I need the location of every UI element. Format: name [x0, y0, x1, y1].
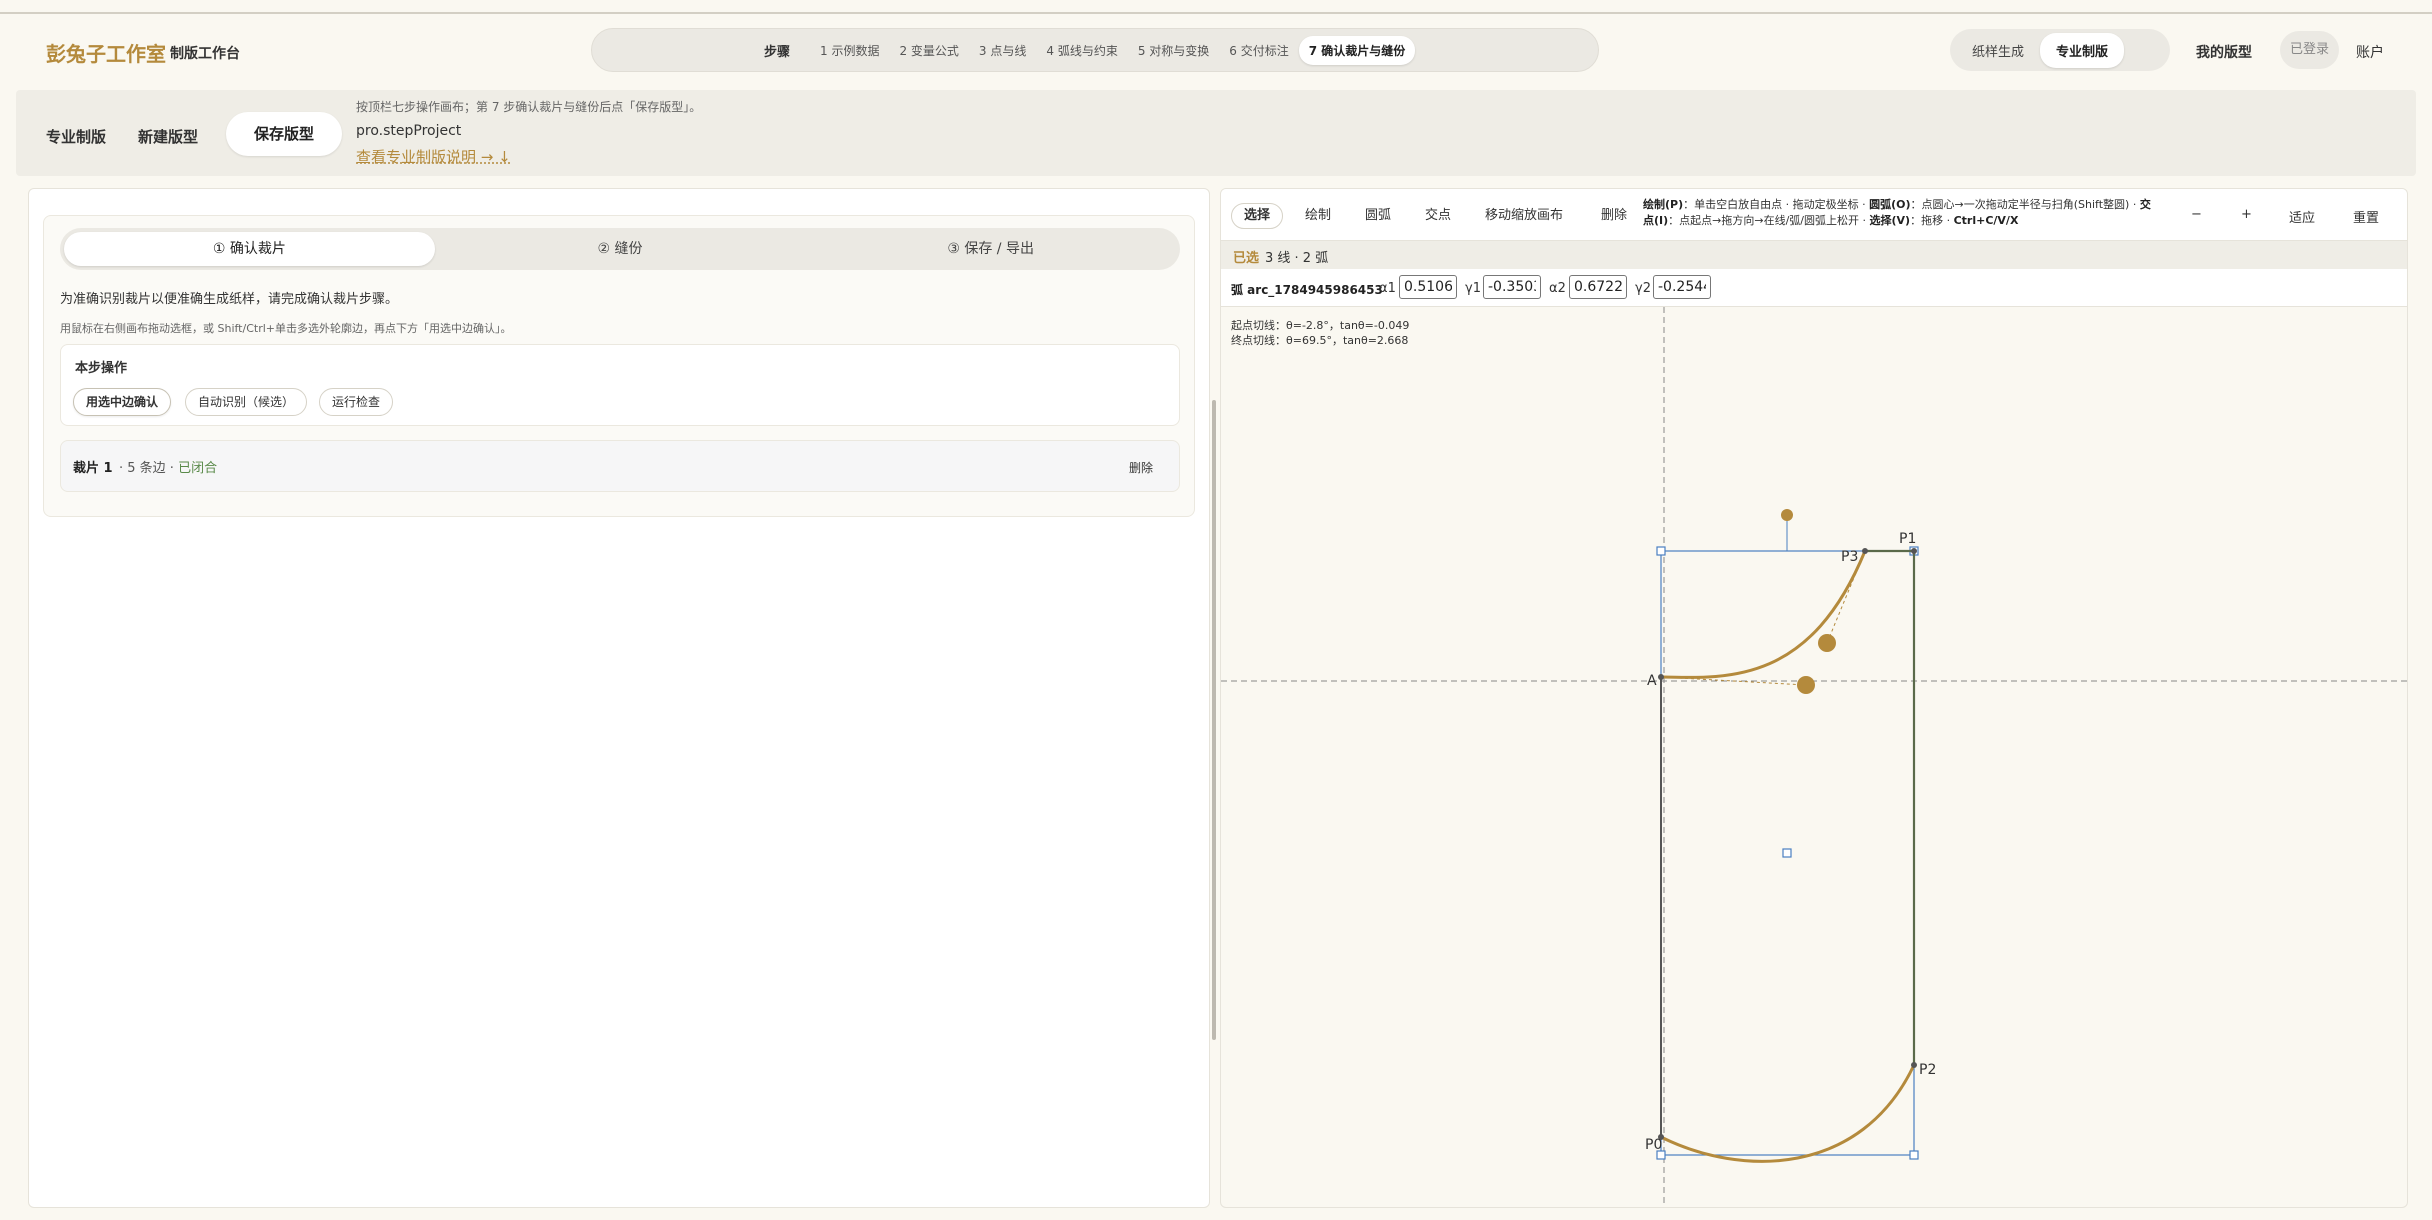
account-link[interactable]: 账户 — [2356, 42, 2384, 62]
step-1[interactable]: 1 示例数据 — [810, 36, 889, 65]
alpha2-input[interactable] — [1569, 275, 1627, 299]
logged-in-badge[interactable]: 已登录 — [2280, 31, 2340, 69]
step-4[interactable]: 4 弧线与约束 — [1036, 36, 1127, 65]
gamma2-input[interactable] — [1653, 275, 1711, 299]
tab-seam[interactable]: ② 缝份 — [435, 232, 806, 266]
fit-button[interactable]: 适应 — [2289, 207, 2315, 226]
tab-save-export[interactable]: ③ 保存 / 导出 — [805, 232, 1176, 266]
zoom-in-button[interactable]: + — [2241, 207, 2252, 222]
intersect-tool-button[interactable]: 交点 — [1413, 203, 1463, 229]
hem-curve[interactable] — [1660, 1064, 1916, 1163]
selection-label: 已选 — [1233, 251, 1260, 266]
canvas-toolbar: 选择 绘制 圆弧 交点 移动缩放画布 删除 绘制(P)：单击空白放自由点 · 拖… — [1221, 189, 2407, 241]
sub-toolbar: 专业制版 新建版型 保存版型 按顶栏七步操作画布；第 7 步确认裁片与缝份后点「… — [16, 90, 2416, 176]
step-description: 为准确识别裁片以便准确生成纸样，请完成确认裁片步骤。 — [60, 292, 399, 307]
piece-row[interactable]: 裁片 1 · 5 条边 · 已闭合 删除 — [60, 440, 1180, 492]
toolbar-help: 绘制(P)：单击空白放自由点 · 拖动定极坐标 · 圆弧(O)：点圆心→一次拖动… — [1643, 198, 2151, 227]
mode-pattern-gen[interactable]: 纸样生成 — [1956, 33, 2040, 68]
step-nav: 步骤 1 示例数据 2 变量公式 3 点与线 4 弧线与约束 5 对称与变换 6… — [591, 28, 1599, 72]
left-panel: ① 确认裁片 ② 缝份 ③ 保存 / 导出 为准确识别裁片以便准确生成纸样，请完… — [28, 188, 1210, 1208]
point-a[interactable] — [1658, 674, 1664, 680]
top-bar: 彭兔子工作室 制版工作台 步骤 1 示例数据 2 变量公式 3 点与线 4 弧线… — [0, 14, 2432, 88]
project-name: pro.stepProject — [356, 123, 462, 139]
piece-info: · 5 条边 · 已闭合 — [119, 461, 218, 476]
alpha2-label: α2 — [1549, 281, 1566, 296]
steps-label: 步骤 — [764, 44, 791, 60]
zoom-out-button[interactable]: − — [2191, 207, 2202, 222]
control-point-2[interactable] — [1818, 634, 1836, 652]
rotate-handle[interactable] — [1781, 509, 1793, 521]
select-tool-button[interactable]: 选择 — [1231, 203, 1284, 229]
ops-title: 本步操作 — [75, 361, 128, 376]
pan-zoom-button[interactable]: 移动缩放画布 — [1473, 203, 1575, 229]
gamma1-label: γ1 — [1465, 281, 1481, 296]
step-operations: 本步操作 用选中边确认 自动识别（候选） 运行检查 — [60, 344, 1180, 426]
reset-button[interactable]: 重置 — [2353, 207, 2379, 226]
step-2[interactable]: 2 变量公式 — [889, 36, 968, 65]
sub-tabs: ① 确认裁片 ② 缝份 ③ 保存 / 导出 — [60, 228, 1180, 270]
selection-bar: 已选 3 线 · 2 弧 — [1221, 241, 2407, 269]
confirm-selected-button[interactable]: 用选中边确认 — [73, 388, 172, 416]
pro-help-link[interactable]: 查看专业制版说明 → ↓ — [356, 146, 511, 167]
bbox-center-handle[interactable] — [1782, 848, 1792, 858]
save-layout-button[interactable]: 保存版型 — [226, 112, 342, 156]
brand-subtitle: 制版工作台 — [170, 46, 240, 62]
arc-name: 弧 arc_1784945986453 — [1231, 283, 1383, 297]
step-hint: 用鼠标在右侧画布拖动选框，或 Shift/Ctrl+单击多选外轮廓边，再点下方「… — [60, 322, 512, 335]
mode-switch: 纸样生成 专业制版 — [1950, 29, 2170, 71]
label-p1: P1 — [1899, 531, 1916, 547]
alpha1-label: α1 — [1379, 281, 1396, 296]
bbox-handle-br[interactable] — [1909, 1150, 1919, 1160]
point-p2[interactable] — [1911, 1062, 1917, 1068]
drafting-canvas[interactable]: P1 P2 P3 P0 A — [1221, 307, 2408, 1208]
new-layout-button[interactable]: 新建版型 — [138, 126, 198, 147]
label-p2: P2 — [1919, 1062, 1936, 1078]
bbox-handle-tl[interactable] — [1656, 546, 1666, 556]
delete-piece-button[interactable]: 删除 — [1129, 459, 1153, 476]
piece-status: 已闭合 — [178, 461, 218, 476]
panel-splitter[interactable] — [1212, 400, 1216, 1040]
point-p3[interactable] — [1862, 548, 1868, 554]
auto-detect-button[interactable]: 自动识别（候选） — [185, 388, 308, 416]
delete-tool-button[interactable]: 删除 — [1589, 203, 1639, 229]
step-5[interactable]: 5 对称与变换 — [1128, 36, 1219, 65]
mode-pro[interactable]: 专业制版 — [2040, 32, 2125, 68]
gamma2-label: γ2 — [1635, 281, 1651, 296]
step-6[interactable]: 6 交付标注 — [1219, 36, 1298, 65]
label-a: A — [1647, 673, 1657, 689]
gamma1-input[interactable] — [1483, 275, 1541, 299]
draw-tool-button[interactable]: 绘制 — [1293, 203, 1343, 229]
point-p1[interactable] — [1911, 548, 1917, 554]
piece-name: 裁片 1 — [73, 461, 113, 476]
run-check-button[interactable]: 运行检查 — [319, 388, 394, 416]
step-7[interactable]: 7 确认裁片与缝份 — [1298, 35, 1416, 65]
confirm-piece-card: ① 确认裁片 ② 缝份 ③ 保存 / 导出 为准确识别裁片以便准确生成纸样，请完… — [43, 215, 1195, 517]
tab-confirm-piece[interactable]: ① 确认裁片 — [64, 232, 435, 266]
neck-curve[interactable] — [1660, 550, 1867, 680]
label-p0: P0 — [1645, 1137, 1662, 1153]
pro-draft-button[interactable]: 专业制版 — [46, 126, 106, 147]
subbar-hint: 按顶栏七步操作画布；第 7 步确认裁片与缝份后点「保存版型」。 — [356, 100, 702, 114]
label-p3: P3 — [1841, 549, 1858, 565]
step-3[interactable]: 3 点与线 — [969, 36, 1036, 65]
arc-params-bar: 弧 arc_1784945986453 α1 γ1 α2 γ2 — [1221, 269, 2407, 307]
selection-info: 3 线 · 2 弧 — [1265, 251, 1329, 266]
control-point-1[interactable] — [1797, 676, 1815, 694]
arc-tool-button[interactable]: 圆弧 — [1353, 203, 1403, 229]
canvas-panel: 选择 绘制 圆弧 交点 移动缩放画布 删除 绘制(P)：单击空白放自由点 · 拖… — [1220, 188, 2408, 1208]
brand-name: 彭兔子工作室 — [46, 42, 166, 66]
alpha1-input[interactable] — [1399, 275, 1457, 299]
my-layouts-link[interactable]: 我的版型 — [2196, 42, 2252, 62]
